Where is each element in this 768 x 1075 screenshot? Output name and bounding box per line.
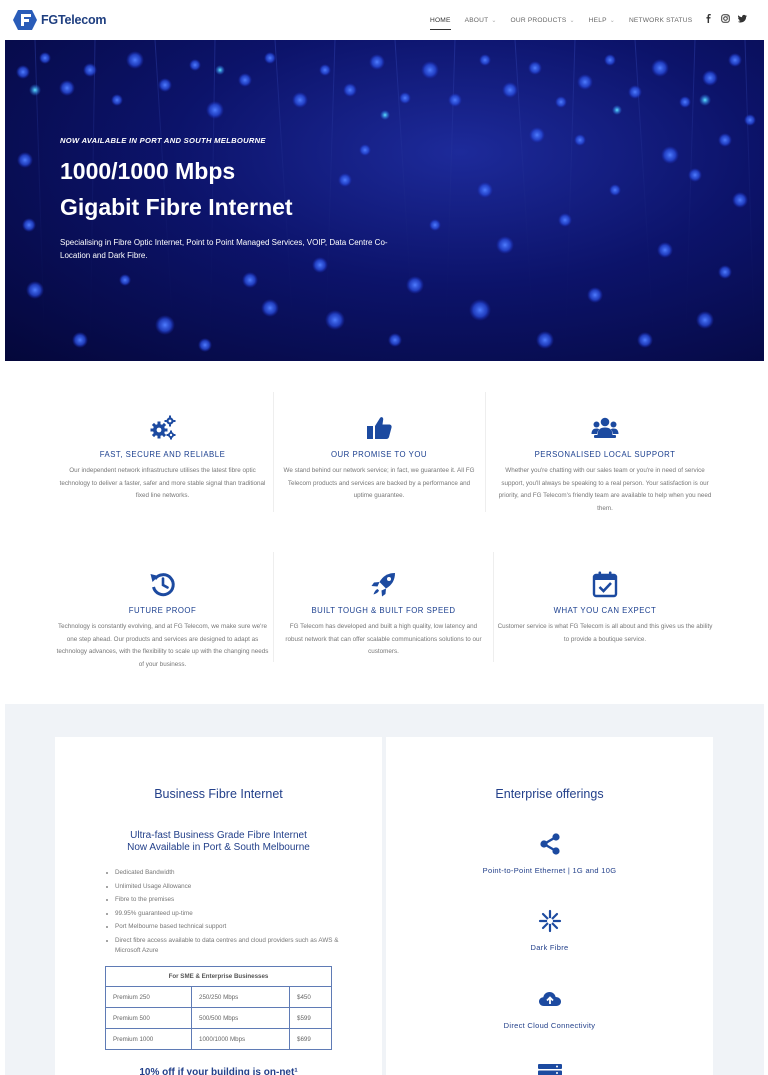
hero-title-line2: Gigabit Fibre Internet: [60, 194, 293, 220]
nav-our-products-label: OUR PRODUCTS: [510, 16, 567, 24]
feature-text: Our independent network infrastructure u…: [59, 467, 266, 499]
nav-help-label: HELP: [588, 16, 607, 24]
server-icon: [537, 1064, 562, 1075]
feature-built-tough: BUILT TOUGH & BUILT FOR SPEED FG Telecom…: [281, 570, 486, 659]
share-icon: [539, 833, 560, 855]
offer-label: Dark Fibre: [530, 943, 569, 952]
list-item: Dedicated Bandwidth: [105, 868, 345, 878]
enterprise-card-title: Enterprise offerings: [495, 787, 604, 801]
discount-note: 10% off if your building is on-net¹: [139, 1067, 298, 1075]
site-header: FGTelecom HOME ABOUT ⌄ OUR PRODUCTS ⌄ HELP…: [0, 0, 768, 40]
divider: [493, 552, 494, 662]
feature-text: Whether you're chatting with our sales t…: [498, 467, 712, 512]
plan-name: Premium 500: [105, 1007, 192, 1029]
feature-local-support: PERSONALISED LOCAL SUPPORT Whether you'r…: [495, 414, 715, 515]
hero-title: 1000/1000 Mbps: [60, 158, 236, 184]
main-nav: HOME ABOUT ⌄ OUR PRODUCTS ⌄ HELP ⌄ NETWORK …: [430, 0, 706, 40]
list-item: Direct fibre access available to data ce…: [105, 936, 345, 956]
nav-our-products[interactable]: OUR PRODUCTS ⌄: [511, 17, 575, 24]
offer-dark-fibre[interactable]: Dark Fibre: [386, 909, 713, 952]
nav-about[interactable]: ABOUT ⌄: [465, 17, 497, 24]
logo-mark-icon: [13, 10, 37, 30]
pricing-table: For SME & Enterprise Businesses Premium …: [105, 966, 332, 1050]
facebook-icon[interactable]: [704, 14, 713, 23]
divider: [485, 392, 486, 512]
hero-content: NOW AVAILABLE IN PORT AND SOUTH MELBOURN…: [60, 136, 390, 262]
history-icon: [150, 573, 175, 597]
feature-title: BUILT TOUGH & BUILT FOR SPEED: [311, 606, 456, 615]
hero-banner: NOW AVAILABLE IN PORT AND SOUTH MELBOURN…: [5, 40, 764, 361]
nav-network-status-label: NETWORK STATUS: [628, 16, 693, 24]
hero-kicker: NOW AVAILABLE IN PORT AND SOUTH MELBOURN…: [60, 136, 266, 145]
users-icon: [591, 417, 619, 438]
plan-speed: 500/500 Mbps: [191, 1007, 290, 1029]
instagram-icon[interactable]: [721, 14, 730, 23]
feature-future-proof: FUTURE PROOF Technology is constantly ev…: [55, 570, 270, 671]
brand-name: FGTelecom: [41, 13, 107, 27]
table-row: Premium 1000 1000/1000 Mbps $699: [105, 1028, 332, 1050]
brand-logo[interactable]: FGTelecom: [12, 9, 107, 31]
list-item: Port Melbourne based technical support: [105, 922, 345, 932]
social-links: [704, 14, 747, 23]
hero-subtitle: Specialising in Fibre Optic Internet, Po…: [60, 238, 388, 260]
business-subtitle-line1: Ultra-fast Business Grade Fibre Internet: [130, 830, 307, 841]
nav-network-status[interactable]: NETWORK STATUS: [629, 17, 692, 24]
list-item: Fibre to the premises: [105, 895, 345, 905]
twitter-icon[interactable]: [738, 14, 747, 23]
calendar-check-icon: [592, 571, 618, 598]
nav-home-label: HOME: [430, 16, 451, 24]
offer-label: Direct Cloud Connectivity: [503, 1021, 596, 1030]
rocket-icon: [371, 573, 395, 597]
offer-label: Point-to-Point Ethernet | 1G and 10G: [482, 866, 617, 875]
plan-speed: 250/250 Mbps: [191, 986, 290, 1008]
nav-about-label: ABOUT: [464, 16, 489, 24]
nav-help[interactable]: HELP ⌄: [589, 17, 615, 24]
feature-text: We stand behind our network service; in …: [283, 467, 475, 499]
offer-server[interactable]: [386, 1062, 713, 1075]
feature-text: FG Telecom has developed and built a hig…: [285, 623, 482, 655]
divider: [273, 392, 274, 512]
list-item: Unlimited Usage Allowance: [105, 882, 345, 892]
plan-speed: 1000/1000 Mbps: [191, 1028, 290, 1050]
plan-price: $699: [289, 1028, 332, 1050]
asterisk-icon: [538, 909, 561, 933]
offer-point-to-point[interactable]: Point-to-Point Ethernet | 1G and 10G: [386, 832, 713, 875]
plan-price: $599: [289, 1007, 332, 1029]
feature-text: Customer service is what FG Telecom is a…: [497, 623, 713, 643]
divider: [273, 552, 274, 662]
chevron-down-icon: ⌄: [491, 17, 497, 24]
gears-icon: [150, 415, 175, 440]
feature-title: PERSONALISED LOCAL SUPPORT: [534, 450, 676, 459]
feature-our-promise: OUR PROMISE TO YOU We stand behind our n…: [281, 414, 477, 503]
thumbs-up-icon: [367, 417, 392, 439]
feature-text: Technology is constantly evolving, and a…: [56, 623, 269, 668]
table-header: For SME & Enterprise Businesses: [105, 966, 332, 987]
table-header-row: For SME & Enterprise Businesses: [105, 966, 332, 987]
cloud-upload-icon: [538, 992, 561, 1006]
plan-name: Premium 250: [105, 986, 192, 1008]
chevron-down-icon: ⌄: [569, 17, 575, 24]
feature-title: OUR PROMISE TO YOU: [330, 450, 428, 459]
feature-fast-secure: FAST, SECURE AND RELIABLE Our independen…: [55, 414, 270, 503]
business-subtitle-line2: Now Available in Port & South Melbourne: [127, 842, 310, 853]
nav-home[interactable]: HOME: [430, 16, 451, 30]
feature-title: WHAT YOU CAN EXPECT: [553, 606, 657, 615]
feature-title: FAST, SECURE AND RELIABLE: [99, 450, 226, 459]
business-fibre-card: Business Fibre Internet Ultra-fast Busin…: [55, 737, 382, 1075]
business-card-subtitle: Ultra-fast Business Grade Fibre Internet…: [55, 830, 382, 854]
plan-name: Premium 1000: [105, 1028, 192, 1050]
enterprise-card: Enterprise offerings Point-to-Point Ethe…: [386, 737, 713, 1075]
feature-title: FUTURE PROOF: [128, 606, 197, 615]
table-row: Premium 250 250/250 Mbps $450: [105, 986, 332, 1008]
feature-what-to-expect: WHAT YOU CAN EXPECT Customer service is …: [495, 570, 715, 646]
offer-direct-cloud[interactable]: Direct Cloud Connectivity: [386, 987, 713, 1030]
business-features-list: Dedicated Bandwidth Unlimited Usage Allo…: [105, 868, 345, 959]
business-card-title: Business Fibre Internet: [154, 787, 283, 801]
chevron-down-icon: ⌄: [609, 17, 615, 24]
table-row: Premium 500 500/500 Mbps $599: [105, 1007, 332, 1029]
offerings-section: Business Fibre Internet Ultra-fast Busin…: [5, 704, 764, 1075]
list-item: 99.95% guaranteed up-time: [105, 909, 345, 919]
plan-price: $450: [289, 986, 332, 1008]
